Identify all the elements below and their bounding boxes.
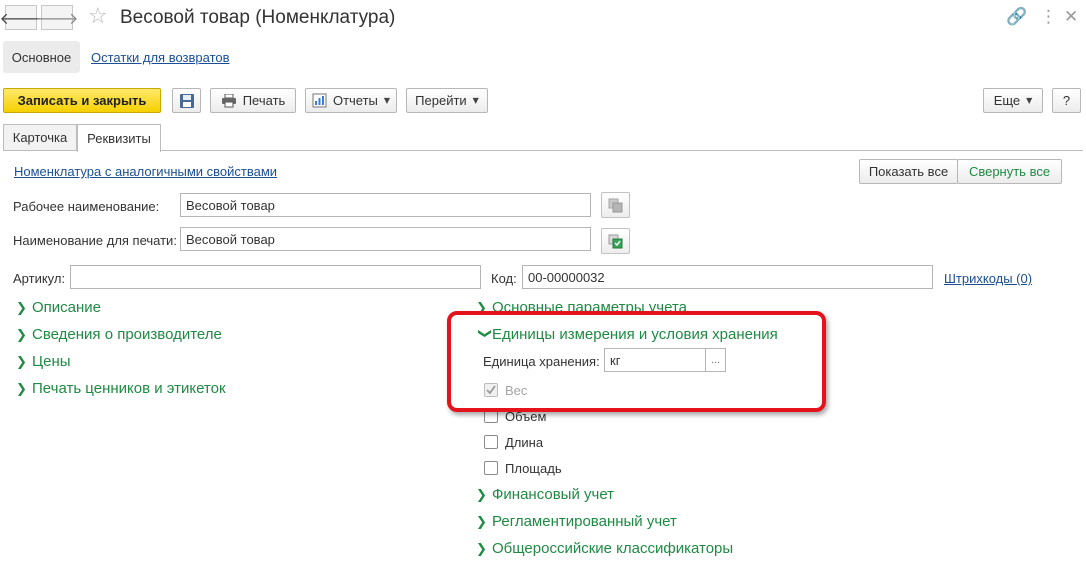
group-manufacturer[interactable]: ❯ Сведения о производителе — [16, 325, 222, 346]
group-classifiers[interactable]: ❯ Общероссийские классификаторы — [476, 539, 733, 560]
forward-button[interactable]: 🡒 — [36, 5, 78, 30]
show-all-label: Показать все — [868, 164, 949, 179]
show-all-button[interactable]: Показать все — [859, 159, 958, 184]
chevron-right-icon: ❯ — [16, 382, 27, 397]
help-label: ? — [1062, 93, 1071, 108]
group-manufacturer-label: Сведения о производителе — [32, 326, 222, 343]
group-description-label: Описание — [32, 299, 102, 316]
work-name-input[interactable]: Весовой товар — [180, 193, 591, 217]
chevron-right-icon: ❯ — [16, 355, 27, 370]
save-and-close-button[interactable]: Записать и закрыть — [3, 88, 161, 113]
length-label: Длина — [505, 435, 544, 450]
work-name-label: Рабочее наименование: — [13, 199, 160, 214]
print-label: Печать — [242, 93, 286, 108]
printer-icon — [221, 93, 236, 107]
star-icon[interactable]: ☆ — [88, 4, 108, 30]
goto-label: Перейти — [415, 93, 467, 108]
back-button[interactable]: 🡐 — [0, 5, 42, 30]
save-button[interactable] — [172, 88, 201, 113]
code-value: 00-00000032 — [528, 269, 605, 285]
work-name-value: Весовой товар — [186, 197, 275, 213]
copy-name-button[interactable] — [601, 192, 630, 218]
print-name-label: Наименование для печати: — [13, 233, 177, 248]
floppy-disk-icon — [179, 93, 194, 108]
article-input[interactable] — [70, 265, 481, 289]
chevron-down-icon: ▼ — [1026, 96, 1033, 105]
group-financial-label: Финансовый учет — [492, 486, 615, 503]
group-financial[interactable]: ❯ Финансовый учет — [476, 485, 614, 506]
goto-button[interactable]: Перейти ▼ — [406, 88, 488, 113]
group-prices-label: Цены — [32, 353, 71, 370]
tab-card[interactable]: Карточка — [3, 124, 77, 150]
group-description[interactable]: ❯ Описание — [16, 298, 101, 319]
print-name-value: Весовой товар — [186, 231, 275, 247]
reports-label: Отчеты — [332, 93, 378, 108]
group-price-tags[interactable]: ❯ Печать ценников и этикеток — [16, 379, 226, 400]
area-label: Площадь — [505, 461, 562, 476]
close-icon[interactable]: ✕ — [1064, 6, 1078, 28]
section-tab-main-label: Основное — [11, 49, 72, 65]
link-icon[interactable]: 🔗 — [1006, 6, 1027, 28]
section-tab-main[interactable]: Основное — [3, 41, 80, 73]
copy-green-icon — [608, 234, 623, 249]
print-name-input[interactable]: Весовой товар — [180, 227, 591, 251]
chevron-down-icon: ▼ — [472, 96, 479, 105]
tab-card-label: Карточка — [12, 130, 68, 145]
chevron-down-icon: ▼ — [383, 96, 391, 105]
chevron-right-icon: ❯ — [476, 542, 487, 557]
print-button[interactable]: Печать — [210, 88, 296, 113]
group-classifiers-label: Общероссийские классификаторы — [492, 540, 734, 557]
reports-button[interactable]: Отчеты ▼ — [305, 88, 397, 113]
collapse-all-button[interactable]: Свернуть все — [957, 159, 1062, 184]
annotation-highlight — [447, 311, 826, 412]
tab-props[interactable]: Реквизиты — [77, 124, 161, 152]
group-price-tags-label: Печать ценников и этикеток — [32, 380, 226, 397]
copy-icon — [608, 198, 623, 213]
tab-divider — [3, 150, 1083, 151]
group-prices[interactable]: ❯ Цены — [16, 352, 71, 373]
length-checkbox[interactable] — [484, 435, 498, 449]
arrow-right-icon: 🡒 — [35, 8, 79, 28]
barcodes-link[interactable]: Штрихкоды (0) — [944, 271, 1032, 286]
more-label: Еще — [993, 93, 1021, 108]
collapse-all-label: Свернуть все — [968, 164, 1051, 179]
article-label: Артикул: — [13, 271, 66, 286]
section-tab-returns[interactable]: Остатки для возвратов — [91, 50, 230, 65]
code-label: Код: — [491, 271, 517, 286]
group-regulated[interactable]: ❯ Регламентированный учет — [476, 512, 677, 533]
copy-print-name-button[interactable] — [601, 228, 630, 254]
chevron-right-icon: ❯ — [476, 488, 487, 503]
report-chart-icon — [312, 93, 327, 108]
tab-props-label: Реквизиты — [87, 131, 151, 146]
chevron-right-icon: ❯ — [476, 515, 487, 530]
more-button[interactable]: Еще ▼ — [983, 88, 1043, 113]
help-button[interactable]: ? — [1052, 88, 1081, 113]
code-input[interactable]: 00-00000032 — [522, 265, 933, 289]
group-regulated-label: Регламентированный учет — [492, 513, 677, 530]
more-vertical-icon[interactable]: ⋮ — [1040, 6, 1057, 28]
chevron-right-icon: ❯ — [16, 328, 27, 343]
window-title: Весовой товар (Номенклатура) — [120, 7, 396, 28]
chevron-right-icon: ❯ — [16, 301, 27, 316]
similar-properties-link[interactable]: Номенклатура с аналогичными свойствами — [14, 164, 277, 179]
area-checkbox[interactable] — [484, 461, 498, 475]
save-and-close-label: Записать и закрыть — [17, 93, 147, 108]
